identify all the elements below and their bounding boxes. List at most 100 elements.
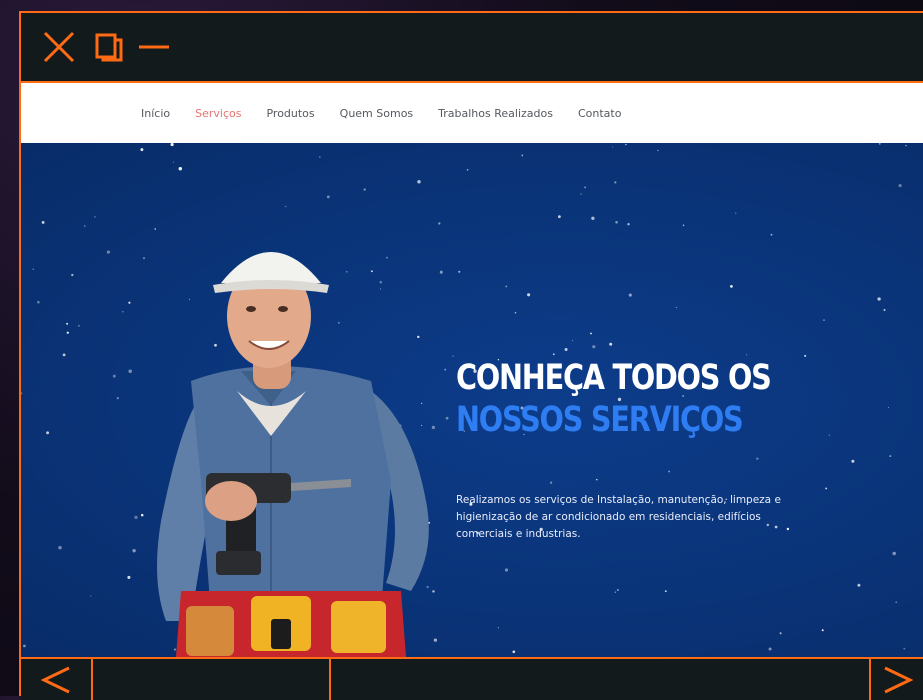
headline-line-2: NOSSOS SERVIÇOS <box>456 400 744 440</box>
star <box>823 319 825 321</box>
star <box>617 589 619 591</box>
site-navigation: Início Serviços Produtos Quem Somos Trabalho… <box>21 83 923 143</box>
star <box>615 220 618 224</box>
nav-link[interactable]: Contato <box>578 107 621 120</box>
bottom-divider <box>329 659 331 700</box>
hero-headline: CONHEÇA TODOS OS NOSSOS SERVIÇOS <box>456 357 772 441</box>
browser-window: Início Serviços Produtos Quem Somos Trabalho… <box>19 11 923 700</box>
headline-line-1: CONHEÇA TODOS OS <box>456 358 772 398</box>
star <box>178 166 183 171</box>
nav-link[interactable]: Trabalhos Realizados <box>438 107 553 120</box>
star <box>898 184 902 188</box>
star <box>558 215 561 219</box>
star <box>512 650 516 654</box>
star <box>580 193 582 195</box>
star <box>32 268 34 270</box>
minimize-icon[interactable] <box>137 13 171 81</box>
bottom-bar <box>21 657 923 700</box>
chevron-right-icon <box>884 666 914 693</box>
star <box>905 144 907 147</box>
star <box>326 195 330 199</box>
star <box>552 353 555 356</box>
star <box>458 270 461 273</box>
star <box>564 348 568 351</box>
next-button[interactable] <box>871 659 923 700</box>
star <box>466 168 469 171</box>
star <box>497 627 500 629</box>
star <box>584 186 587 189</box>
star <box>745 354 748 356</box>
star <box>804 354 807 357</box>
prev-button[interactable] <box>21 659 91 700</box>
star <box>94 216 96 218</box>
star <box>851 459 855 463</box>
star <box>66 331 69 334</box>
star <box>527 293 531 297</box>
star <box>883 308 886 312</box>
star <box>889 455 892 458</box>
star <box>106 250 110 254</box>
star <box>828 434 830 436</box>
nav-link[interactable]: Produtos <box>266 107 314 120</box>
star <box>625 143 627 146</box>
star <box>21 392 23 395</box>
bottom-divider <box>91 659 93 700</box>
star <box>682 224 685 226</box>
star <box>41 220 45 224</box>
star <box>903 647 906 650</box>
star <box>657 149 659 152</box>
star <box>84 225 86 227</box>
star <box>504 568 509 572</box>
close-icon[interactable] <box>39 13 79 81</box>
star <box>887 406 889 408</box>
star <box>58 545 62 550</box>
star <box>23 644 26 648</box>
star <box>877 297 881 301</box>
star <box>825 487 828 490</box>
star <box>627 222 630 226</box>
star <box>112 374 116 378</box>
star <box>734 212 737 214</box>
star <box>892 551 896 556</box>
star <box>770 233 773 236</box>
star <box>895 601 897 603</box>
star <box>514 312 517 314</box>
star <box>609 342 613 346</box>
star <box>571 339 574 342</box>
star <box>285 205 287 208</box>
star <box>90 595 92 597</box>
nav-link[interactable]: Quem Somos <box>340 107 414 120</box>
star <box>172 161 175 163</box>
title-bar <box>21 13 923 83</box>
star <box>140 148 144 152</box>
star <box>66 322 69 325</box>
star <box>78 325 80 327</box>
star <box>675 306 677 309</box>
star <box>664 590 667 593</box>
star <box>779 632 782 635</box>
star <box>756 457 759 460</box>
nav-link[interactable]: Serviços <box>195 107 241 120</box>
star <box>319 156 321 158</box>
worker-illustration <box>157 252 429 657</box>
star <box>590 332 592 335</box>
star <box>591 216 595 220</box>
star <box>116 397 119 400</box>
nav-link[interactable]: Início <box>141 107 170 120</box>
star <box>46 431 50 435</box>
hero-description: Realizamos os serviços de Instalação, ma… <box>456 493 781 540</box>
star <box>878 143 881 145</box>
star <box>417 180 421 184</box>
star <box>170 143 174 147</box>
star <box>592 345 596 349</box>
star <box>62 353 66 357</box>
star <box>505 285 508 288</box>
star <box>768 647 772 651</box>
star <box>668 470 670 473</box>
maximize-icon[interactable] <box>91 13 127 81</box>
star <box>628 293 632 297</box>
star <box>452 355 454 357</box>
star <box>363 188 366 191</box>
hero-section: CONHEÇA TODOS OS NOSSOS SERVIÇOS Realiza… <box>21 143 923 657</box>
star <box>730 285 733 288</box>
